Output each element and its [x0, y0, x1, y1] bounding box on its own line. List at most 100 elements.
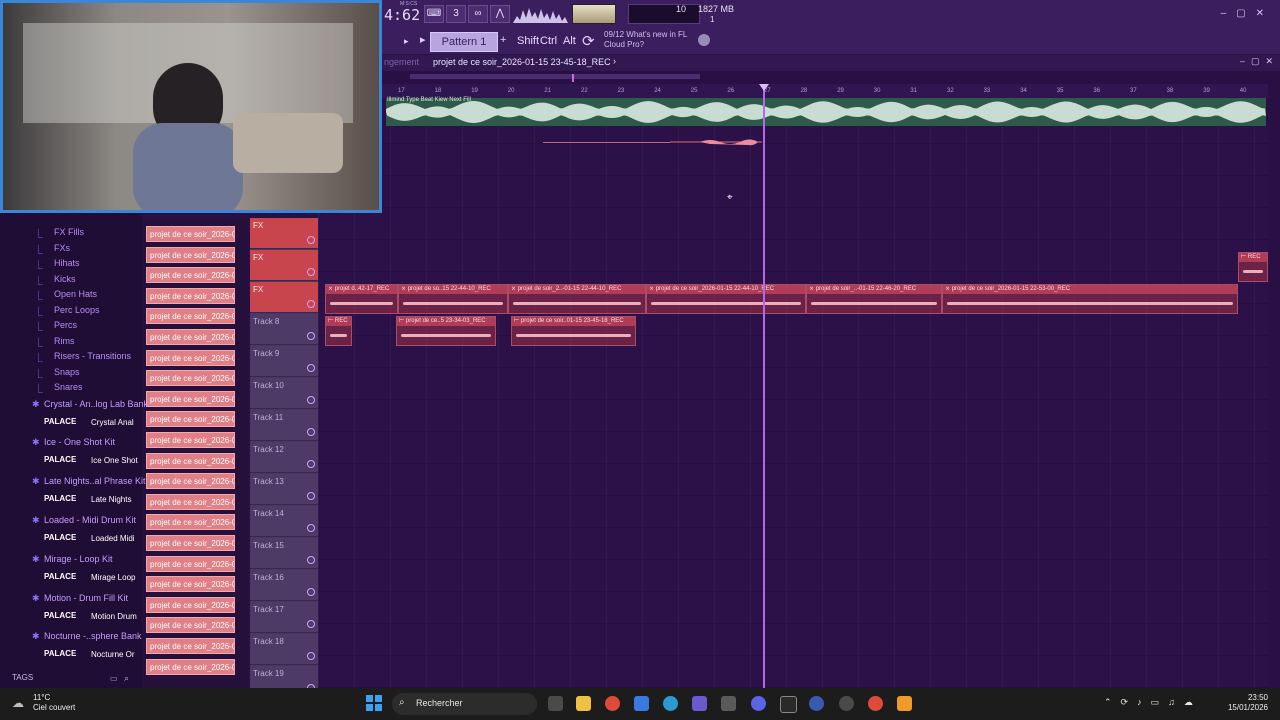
- track-mute-icon[interactable]: [307, 524, 315, 532]
- teams-icon[interactable]: [692, 696, 707, 711]
- browser-pack[interactable]: Loaded - Midi Drum Kit: [44, 515, 136, 525]
- browser-item[interactable]: FXs: [54, 243, 70, 253]
- playlist-grid[interactable]: [318, 126, 1268, 688]
- audio-clip-item[interactable]: ⊢ REC: [1238, 252, 1268, 282]
- browser-pack[interactable]: Late Nights..al Phrase Kit: [44, 476, 146, 486]
- metronome-icon[interactable]: ⋀: [490, 5, 510, 23]
- song-time-display[interactable]: 4:62: [384, 6, 420, 24]
- track-header[interactable]: Track 17: [250, 602, 318, 633]
- track-mute-icon[interactable]: [307, 332, 315, 340]
- arrangement-label[interactable]: ngement: [384, 57, 419, 67]
- tags-label[interactable]: TAGS: [12, 673, 33, 682]
- store-icon[interactable]: [721, 696, 736, 711]
- channel-button[interactable]: projet de ce soir_2026-0...: [146, 514, 235, 531]
- track-header[interactable]: Track 12: [250, 442, 318, 473]
- pattern-selector[interactable]: Pattern 1: [430, 32, 498, 52]
- browser-pack[interactable]: Motion - Drum Fill Kit: [44, 593, 128, 603]
- browser-item[interactable]: Risers - Transitions: [54, 351, 131, 361]
- track-header[interactable]: FX: [250, 218, 318, 249]
- step-edit-icon[interactable]: 3: [446, 5, 466, 23]
- channel-button[interactable]: projet de ce soir_2026-0...: [146, 596, 235, 613]
- track-header[interactable]: Track 10: [250, 378, 318, 409]
- taskbar-search[interactable]: [392, 693, 537, 715]
- channel-button[interactable]: projet de ce soir_2026-0...: [146, 226, 235, 242]
- browser-pack-item[interactable]: Mirage Loop: [91, 573, 139, 582]
- ctrl-key[interactable]: Ctrl: [537, 32, 560, 50]
- track-header[interactable]: Track 14: [250, 506, 318, 537]
- browser-pack-item[interactable]: Motion Drum: [91, 612, 139, 621]
- channel-button[interactable]: projet de ce soir_2026-0...: [146, 535, 235, 551]
- track-mute-icon[interactable]: [307, 364, 315, 372]
- capcut-icon[interactable]: [780, 696, 797, 713]
- audio-clip-item[interactable]: ⨯ projet de soir_..-01-15 22-46-20_REC: [806, 284, 942, 314]
- channel-button[interactable]: projet de ce soir_2026-0...: [146, 617, 235, 634]
- track-header[interactable]: Track 9: [250, 346, 318, 377]
- system-tray-icons[interactable]: ⌃⟳♪▭♫☁: [1104, 697, 1202, 708]
- track-mute-icon[interactable]: [307, 620, 315, 628]
- browser-item[interactable]: Hihats: [54, 258, 80, 268]
- discord-icon[interactable]: [751, 696, 766, 711]
- channel-button[interactable]: projet de ce soir_2026-0...: [146, 287, 235, 304]
- alt-key[interactable]: Alt: [560, 32, 579, 50]
- track-header[interactable]: Track 13: [250, 474, 318, 505]
- news-icon[interactable]: ⟳: [582, 32, 595, 50]
- start-icon[interactable]: [366, 695, 382, 711]
- channel-button[interactable]: projet de ce soir_2026-0...: [146, 493, 235, 510]
- track-header[interactable]: Track 11: [250, 410, 318, 441]
- track-mute-icon[interactable]: [307, 492, 315, 500]
- clock[interactable]: 23:50 15/01/2026: [1222, 693, 1268, 713]
- channel-button[interactable]: projet de ce soir_2026-0...: [146, 349, 235, 366]
- browser-pack-item[interactable]: Crystal Anal: [91, 418, 139, 427]
- globe-icon[interactable]: [698, 34, 710, 46]
- browser-search-icon[interactable]: ⌕: [124, 673, 129, 684]
- track-mute-icon[interactable]: [307, 268, 315, 276]
- audio-clip-item[interactable]: ⨯ projet de ce soir_2026-01-15 22-53-00_…: [942, 284, 1238, 314]
- channel-button[interactable]: projet de ce soir_2026-0...: [146, 329, 235, 345]
- track-header[interactable]: Track 16: [250, 570, 318, 601]
- browser-folder-icon[interactable]: ▭: [110, 674, 118, 683]
- audio-clip-item[interactable]: ⨯ projet de soir_2..-01-15 22-44-10_REC: [508, 284, 646, 314]
- channel-button[interactable]: projet de ce soir_2026-0...: [146, 390, 235, 407]
- browser-pack[interactable]: Ice - One Shot Kit: [44, 437, 115, 447]
- channel-button[interactable]: projet de ce soir_2026-0...: [146, 555, 235, 572]
- browser-item[interactable]: Perc Loops: [54, 305, 100, 315]
- vscode-icon[interactable]: [634, 696, 649, 711]
- audio-clip[interactable]: [386, 98, 1266, 126]
- browser-pack-item[interactable]: Ice One Shot: [91, 456, 139, 465]
- track-mute-icon[interactable]: [307, 556, 315, 564]
- track-mute-icon[interactable]: [307, 428, 315, 436]
- channel-button[interactable]: projet de ce soir_2026-0...: [146, 308, 235, 325]
- playhead[interactable]: [763, 84, 765, 688]
- browser-pack[interactable]: Mirage - Loop Kit: [44, 554, 113, 564]
- track-mute-icon[interactable]: [307, 460, 315, 468]
- track-header[interactable]: FX: [250, 282, 318, 313]
- channel-button[interactable]: projet de ce soir_2026-0...: [146, 246, 235, 263]
- playhead-marker-icon[interactable]: [759, 84, 769, 91]
- audio-clip-item[interactable]: ⊢ REC: [325, 316, 352, 346]
- audio-clip-item[interactable]: ⨯ projet de ce soir_2026-01-15 22-44-10_…: [646, 284, 806, 314]
- channel-button[interactable]: projet de ce soir_2026-0...: [146, 432, 235, 448]
- window-controls[interactable]: –▢✕: [1221, 8, 1274, 19]
- browser-item[interactable]: Open Hats: [54, 289, 97, 299]
- edge-icon[interactable]: [663, 696, 678, 711]
- browser-item[interactable]: Rims: [54, 336, 75, 346]
- browser-item[interactable]: Percs: [54, 320, 77, 330]
- track-header[interactable]: FX: [250, 250, 318, 281]
- pattern-prev-icon[interactable]: ▸: [420, 33, 426, 46]
- browser-pack[interactable]: Nocturne -..sphere Bank: [44, 631, 142, 641]
- track-header[interactable]: Track 18: [250, 634, 318, 665]
- audio-clip-item[interactable]: ⨯ projet de so..15 22-44-10_REC: [398, 284, 508, 314]
- word-icon[interactable]: [809, 696, 824, 711]
- track-mute-icon[interactable]: [307, 300, 315, 308]
- audio-clip-item[interactable]: ⊢ projet de ce soir..01-15 23-45-18_REC: [511, 316, 636, 346]
- channel-button[interactable]: projet de ce soir_2026-0...: [146, 473, 235, 490]
- task-view-icon[interactable]: [548, 696, 563, 711]
- channel-button[interactable]: projet de ce soir_2026-0...: [146, 576, 235, 593]
- browser-pack-item[interactable]: Nocturne Or: [91, 650, 139, 659]
- browser-item[interactable]: FX Fills: [54, 227, 84, 237]
- track-mute-icon[interactable]: [307, 396, 315, 404]
- loop-record-icon[interactable]: ∞: [468, 5, 488, 23]
- track-header[interactable]: Track 15: [250, 538, 318, 569]
- title-arrow-icon[interactable]: ›: [613, 56, 616, 66]
- weather-widget[interactable]: 11°C Ciel couvert: [33, 693, 75, 713]
